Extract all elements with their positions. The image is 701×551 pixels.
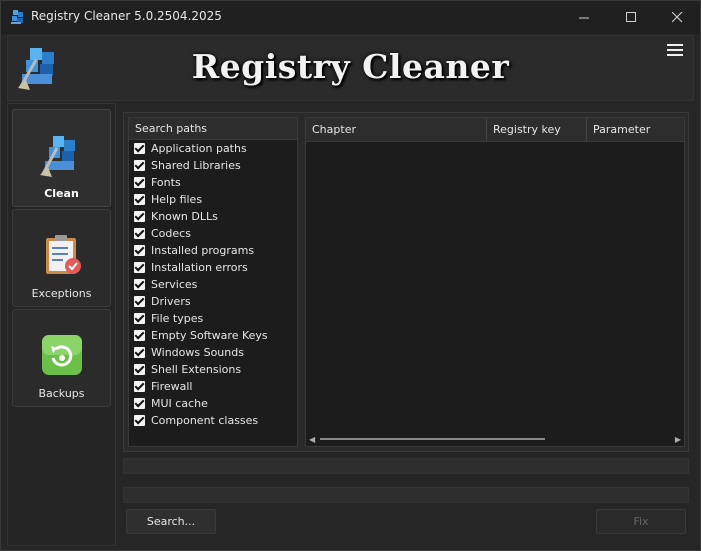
scrollbar-thumb[interactable] [320,438,545,440]
sidebar-item-backups[interactable]: Backups [12,309,111,407]
window-title: Registry Cleaner 5.0.2504.2025 [31,9,222,23]
search-paths-list: Search paths Application paths Shared Lib… [128,117,298,447]
minimize-icon [578,17,589,19]
search-path-item[interactable]: Shared Libraries [129,157,297,174]
search-path-label: Drivers [151,295,191,308]
search-path-item[interactable]: Windows Sounds [129,344,297,361]
sidebar-item-label: Backups [38,387,85,400]
checkbox-checked-icon[interactable] [134,296,145,307]
search-path-item[interactable]: Help files [129,191,297,208]
close-icon [671,12,682,23]
search-path-label: Windows Sounds [151,346,244,359]
search-paths-header: Search paths [129,118,297,140]
app-icon [11,10,23,24]
minimize-button[interactable] [561,1,607,34]
sidebar-item-exceptions[interactable]: Exceptions [12,209,111,307]
search-path-label: MUI cache [151,397,208,410]
checkbox-checked-icon[interactable] [134,194,145,205]
fix-button[interactable]: Fix [596,509,686,534]
hamburger-menu-icon-line [667,54,683,56]
search-path-label: Shared Libraries [151,159,241,172]
checkbox-checked-icon[interactable] [134,228,145,239]
scroll-left-arrow-icon[interactable]: ◀ [309,435,315,444]
hamburger-menu-icon [667,44,683,46]
checkbox-checked-icon[interactable] [134,143,145,154]
search-path-item[interactable]: Installed programs [129,242,297,259]
checkbox-checked-icon[interactable] [134,381,145,392]
app-header: Registry Cleaner [7,35,694,101]
backup-restore-icon [42,335,82,375]
main-content: Search paths Application paths Shared Lib… [120,103,694,546]
search-path-item[interactable]: Application paths [129,140,297,157]
search-path-label: Known DLLs [151,210,218,223]
search-path-item[interactable]: Component classes [129,412,297,429]
checkbox-checked-icon[interactable] [134,313,145,324]
progress-bar [123,458,689,474]
column-header-parameter[interactable]: Parameter [587,118,684,141]
scan-panel: Search paths Application paths Shared Lib… [123,112,689,452]
search-path-item[interactable]: MUI cache [129,395,297,412]
maximize-button[interactable] [608,1,654,34]
search-path-item[interactable]: Codecs [129,225,297,242]
sidebar: Clean Exceptions Backups [7,103,116,546]
results-table-header: Chapter Registry key Parameter [306,118,684,142]
checkbox-checked-icon[interactable] [134,160,145,171]
search-path-item[interactable]: Installation errors [129,259,297,276]
sidebar-item-label: Exceptions [31,287,92,300]
search-path-label: Shell Extensions [151,363,242,376]
hamburger-menu-icon-line [667,49,683,51]
search-path-label: Fonts [151,176,181,189]
column-header-chapter[interactable]: Chapter [306,118,487,141]
clean-icon [40,136,75,177]
checkbox-checked-icon[interactable] [134,177,145,188]
checkbox-checked-icon[interactable] [134,211,145,222]
search-path-label: Component classes [151,414,259,427]
search-path-label: Help files [151,193,203,206]
app-title: Registry Cleaner [191,47,510,86]
sidebar-item-label: Clean [44,187,79,200]
search-path-item[interactable]: Services [129,276,297,293]
checkbox-checked-icon[interactable] [134,279,145,290]
search-path-label: Installed programs [151,244,255,257]
checkbox-checked-icon[interactable] [134,398,145,409]
search-path-item[interactable]: File types [129,310,297,327]
search-path-label: Firewall [151,380,193,393]
search-path-item[interactable]: Shell Extensions [129,361,297,378]
hamburger-menu-button[interactable] [667,44,683,58]
checkbox-checked-icon[interactable] [134,262,145,273]
close-button[interactable] [654,1,700,34]
checkbox-checked-icon[interactable] [134,245,145,256]
results-table[interactable]: Chapter Registry key Parameter ◀ ▶ [305,117,685,447]
checkbox-checked-icon[interactable] [134,415,145,426]
checkbox-checked-icon[interactable] [134,347,145,358]
title-bar: Registry Cleaner 5.0.2504.2025 [1,1,700,34]
app-window: Registry Cleaner 5.0.2504.2025 Registry … [0,0,701,551]
search-path-item[interactable]: Drivers [129,293,297,310]
horizontal-scrollbar[interactable]: ◀ ▶ [306,432,684,446]
sidebar-item-clean[interactable]: Clean [12,109,111,207]
search-path-item[interactable]: Known DLLs [129,208,297,225]
search-path-item[interactable]: Empty Software Keys [129,327,297,344]
search-path-item[interactable]: Firewall [129,378,297,395]
column-header-registry-key[interactable]: Registry key [487,118,587,141]
search-paths-items: Application paths Shared Libraries Fonts He… [129,140,297,429]
search-path-item[interactable]: Fonts [129,174,297,191]
checkbox-checked-icon[interactable] [134,364,145,375]
scroll-right-arrow-icon[interactable]: ▶ [675,435,681,444]
clipboard-checklist-icon [46,235,81,274]
checkbox-checked-icon[interactable] [134,330,145,341]
search-path-label: Application paths [151,142,247,155]
status-bar [123,487,689,503]
search-path-label: Codecs [151,227,191,240]
search-path-label: Installation errors [151,261,248,274]
search-path-label: Empty Software Keys [151,329,268,342]
maximize-icon [625,12,636,22]
search-button[interactable]: Search... [126,509,216,534]
search-path-label: Services [151,278,198,291]
search-path-label: File types [151,312,204,325]
